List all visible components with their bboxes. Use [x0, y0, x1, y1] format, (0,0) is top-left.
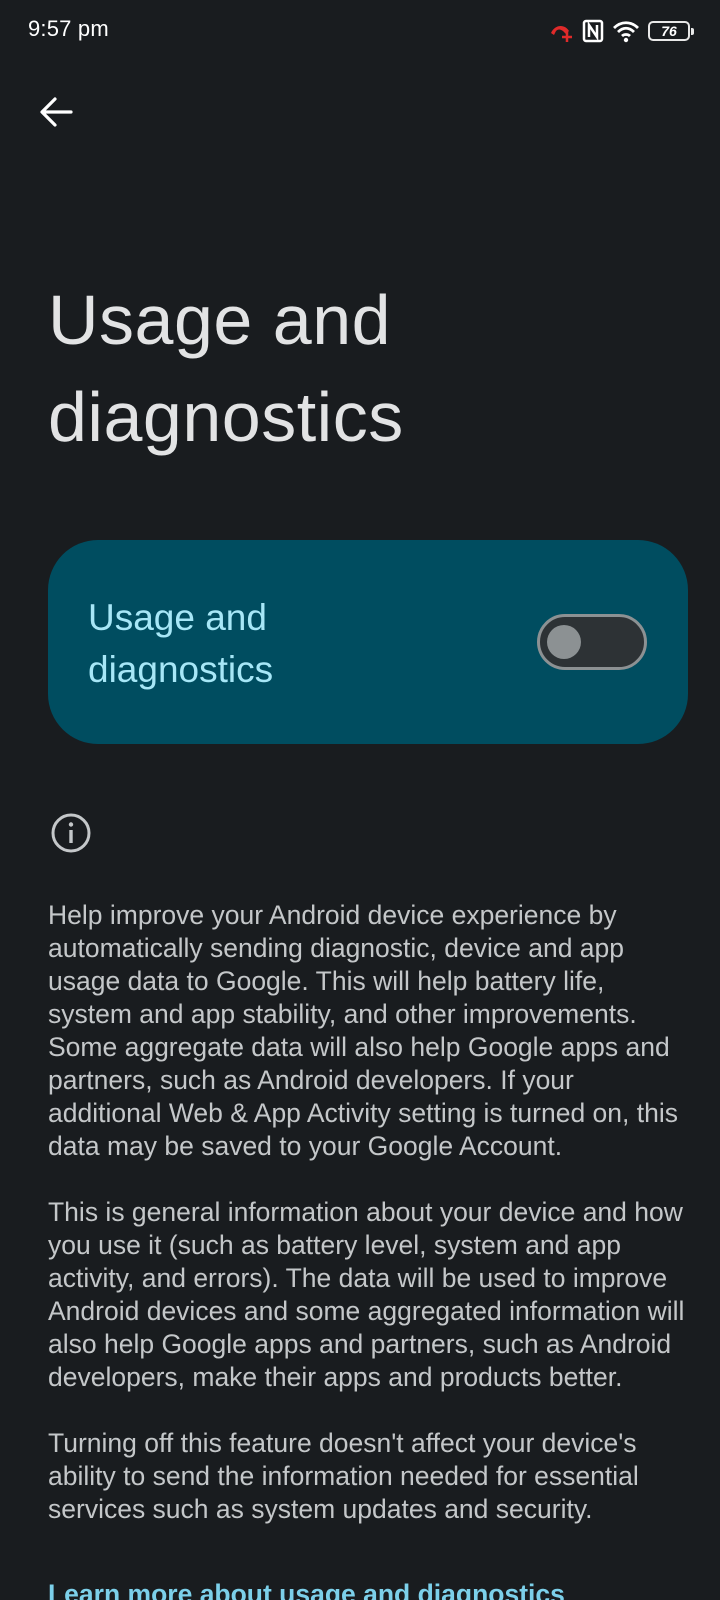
description-paragraph-1: Help improve your Android device experie…: [48, 900, 678, 1161]
nfc-icon: [582, 19, 604, 43]
description: Help improve your Android device experie…: [48, 899, 688, 1559]
description-paragraph-2: This is general information about your d…: [48, 1197, 685, 1392]
learn-more-link[interactable]: Learn more about usage and diagnostics: [48, 1578, 565, 1600]
wifi-icon: [612, 19, 640, 43]
usage-diagnostics-toggle[interactable]: [537, 614, 647, 670]
arrow-back-icon: [38, 94, 74, 135]
main-switch-card[interactable]: Usage and diagnostics: [48, 540, 688, 744]
battery-icon: 76: [648, 21, 694, 41]
battery-level: 76: [661, 23, 677, 39]
status-time: 9:57 pm: [28, 16, 109, 41]
status-icons: 76: [548, 18, 694, 44]
toggle-thumb: [547, 625, 581, 659]
status-bar: 9:57 pm 76: [0, 0, 720, 64]
info-icon: [50, 812, 92, 854]
page-title: Usage and diagnostics: [48, 281, 404, 456]
call-forwarding-icon: [548, 19, 574, 43]
back-button[interactable]: [30, 88, 82, 140]
main-switch-label: Usage and diagnostics: [88, 597, 274, 690]
description-paragraph-3: Turning off this feature doesn't affect …: [48, 1428, 639, 1524]
